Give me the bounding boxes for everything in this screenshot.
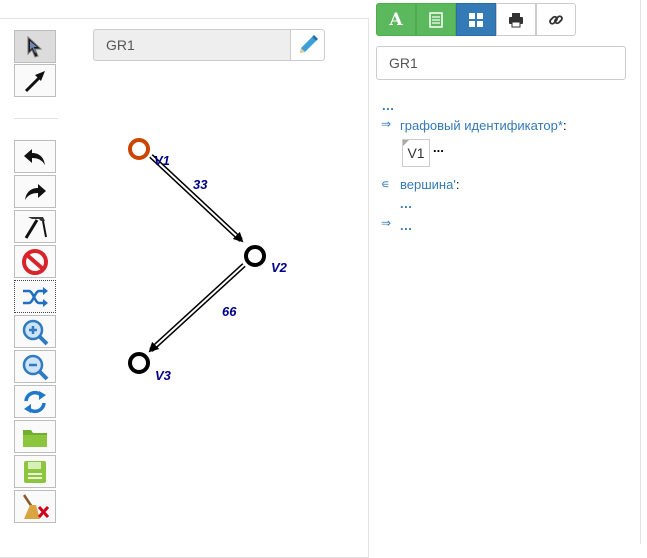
scn-vertex-dots[interactable]: ... [400, 196, 412, 211]
scn-relation-id-label[interactable]: графовый идентификатор* [400, 118, 563, 133]
scn-relation-arrow-icon-2: ⇒ [381, 216, 392, 230]
vertex-v2[interactable] [244, 245, 266, 267]
vertex-v3[interactable] [128, 352, 150, 374]
scn-membership-icon: ∊ [381, 177, 390, 191]
info-panel [369, 0, 641, 544]
edge-weight-v2-v3: 66 [222, 304, 237, 319]
tab-text-view[interactable]: A [376, 3, 416, 36]
grid-icon [469, 12, 483, 27]
link-icon [549, 14, 563, 25]
scn-bottom-dots[interactable]: ... [400, 218, 412, 233]
edge-weight-v1-v2: 33 [193, 177, 208, 192]
graph-canvas[interactable]: V1 V2 V3 33 66 [0, 0, 369, 544]
identifier-field[interactable]: GR1 [376, 46, 626, 80]
edge-v1-v2[interactable] [149, 154, 244, 243]
vertex-label-v3: V3 [155, 368, 172, 383]
letter-a-icon: A [389, 9, 403, 30]
tab-print[interactable] [496, 3, 536, 36]
scn-relation-id[interactable]: графовый идентификатор*: [400, 118, 567, 133]
tab-link[interactable] [536, 3, 576, 36]
scn-top-dots[interactable]: ... [382, 98, 394, 113]
scn-relation-vertex[interactable]: вершина': [400, 177, 459, 192]
vertex-v1[interactable] [128, 138, 150, 160]
print-icon [509, 12, 523, 27]
vertex-label-v2: V2 [271, 260, 288, 275]
scn-node-v1[interactable]: V1 [402, 139, 430, 167]
scn-colon: : [562, 118, 567, 133]
tab-grid-view[interactable] [456, 3, 496, 36]
tab-list-view[interactable] [416, 3, 456, 36]
scn-node-dots[interactable]: ... [433, 140, 444, 155]
scn-relation-arrow-icon: ⇒ [381, 117, 392, 131]
scn-relation-vertex-label[interactable]: вершина' [400, 177, 456, 192]
vertex-label-v1: V1 [154, 153, 170, 168]
scn-colon: : [455, 177, 460, 192]
view-tabs: A [376, 3, 576, 36]
list-icon [429, 11, 443, 28]
